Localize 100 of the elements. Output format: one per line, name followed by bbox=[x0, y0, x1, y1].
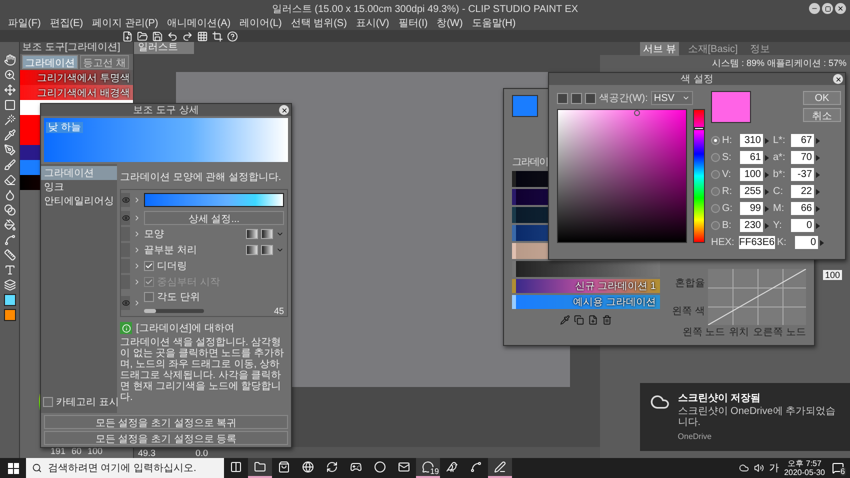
undo-icon[interactable] bbox=[167, 30, 178, 42]
redo-icon[interactable] bbox=[182, 30, 193, 42]
gradient-preset[interactable]: 그리기색에서 배경색 bbox=[20, 85, 133, 100]
toast-notification[interactable]: 스크린샷이 저장됨 스크린샷이 OneDrive에 추가되었습니다. OneDrive bbox=[640, 383, 850, 451]
mode-icon[interactable] bbox=[571, 92, 582, 104]
gradient-preset[interactable]: 그리기색에서 투명색 bbox=[20, 70, 133, 85]
slider-track[interactable] bbox=[144, 309, 204, 313]
panel-tab[interactable]: 소재[Basic] bbox=[684, 42, 741, 56]
number-field[interactable]: 22 bbox=[791, 185, 814, 198]
menu-item[interactable]: 파일(F) bbox=[8, 17, 41, 30]
panel-tab[interactable]: 서브 뷰 bbox=[640, 42, 679, 56]
eye-toggle[interactable] bbox=[121, 193, 130, 207]
option-icon[interactable] bbox=[246, 245, 258, 255]
slider-thumb[interactable] bbox=[694, 127, 704, 130]
number-field[interactable]: 310 bbox=[740, 134, 763, 147]
menu-item[interactable]: 편집(E) bbox=[50, 17, 84, 30]
category-item[interactable]: 잉크 bbox=[41, 180, 117, 194]
eye-toggle[interactable] bbox=[121, 227, 130, 241]
number-field[interactable]: 0 bbox=[795, 236, 818, 249]
close-button[interactable] bbox=[833, 74, 843, 84]
eye-toggle[interactable] bbox=[121, 296, 130, 310]
menu-item[interactable]: 표시(V) bbox=[356, 17, 390, 30]
color-space-dropdown[interactable]: HSV bbox=[650, 91, 693, 105]
volume-icon[interactable] bbox=[754, 463, 764, 473]
gradient-preview[interactable] bbox=[512, 95, 538, 117]
eye-toggle[interactable] bbox=[121, 259, 130, 273]
radio-button[interactable] bbox=[711, 153, 720, 162]
input-method[interactable]: 가 bbox=[769, 461, 780, 475]
eye-toggle[interactable] bbox=[121, 211, 130, 225]
cloud-icon[interactable] bbox=[739, 463, 750, 473]
taskbar-app[interactable] bbox=[488, 458, 512, 478]
dialog-button[interactable]: OK bbox=[803, 91, 841, 105]
gradient-preset[interactable]: 신규 그라데이션 1 bbox=[512, 279, 660, 293]
text-icon[interactable] bbox=[4, 264, 16, 276]
eyedropper-icon[interactable] bbox=[560, 315, 570, 325]
wand-icon[interactable] bbox=[4, 114, 16, 126]
gradient-swatch[interactable] bbox=[512, 261, 660, 277]
droplet-icon[interactable] bbox=[4, 189, 16, 201]
checkbox[interactable] bbox=[144, 261, 154, 271]
number-field[interactable]: 100 bbox=[740, 168, 763, 181]
number-field[interactable]: 230 bbox=[740, 219, 763, 232]
hue-slider[interactable] bbox=[693, 109, 705, 243]
brush-icon[interactable] bbox=[4, 159, 16, 171]
menu-item[interactable]: 도움말(H) bbox=[472, 17, 516, 30]
eye-toggle[interactable] bbox=[121, 243, 130, 257]
checkbox[interactable] bbox=[144, 292, 154, 302]
number-field[interactable]: 0 bbox=[791, 219, 814, 232]
radio-button[interactable] bbox=[711, 221, 720, 230]
new-file-icon[interactable] bbox=[588, 315, 598, 325]
reset-button[interactable]: 모든 설정을 초기 설정으로 등록 bbox=[44, 431, 288, 445]
menu-item[interactable]: 레이어(L) bbox=[240, 17, 282, 30]
taskbar-app[interactable]: 19 bbox=[416, 458, 440, 478]
gradient-preset[interactable]: 예시용 그라데이션 bbox=[512, 295, 660, 309]
taskbar-app[interactable] bbox=[248, 458, 272, 478]
delete-icon[interactable] bbox=[602, 315, 612, 325]
expand-icon[interactable] bbox=[133, 299, 141, 307]
radio-button[interactable] bbox=[711, 187, 720, 196]
number-field[interactable]: 255 bbox=[740, 185, 763, 198]
gradient-editor[interactable] bbox=[144, 193, 284, 207]
detail-settings-button[interactable]: 상세 설정... bbox=[144, 211, 284, 225]
number-field[interactable]: 61 bbox=[740, 151, 763, 164]
menu-item[interactable]: 창(W) bbox=[436, 17, 463, 30]
panel-tab[interactable]: 정보 bbox=[746, 42, 773, 56]
slider-fill[interactable] bbox=[144, 309, 156, 313]
radio-button[interactable] bbox=[711, 204, 720, 213]
opacity-field[interactable]: 100 bbox=[822, 270, 842, 280]
number-field[interactable]: 99 bbox=[740, 202, 763, 215]
move-icon[interactable] bbox=[4, 84, 16, 96]
save-icon[interactable] bbox=[152, 30, 163, 42]
expand-icon[interactable] bbox=[133, 196, 141, 204]
hand-icon[interactable] bbox=[4, 54, 16, 66]
crop-icon[interactable] bbox=[212, 30, 223, 42]
saturation-value-picker[interactable] bbox=[557, 109, 687, 243]
selection-icon[interactable] bbox=[4, 99, 16, 111]
checkbox[interactable] bbox=[43, 397, 53, 407]
eyedropper-icon[interactable] bbox=[4, 129, 16, 141]
close-button[interactable] bbox=[279, 105, 289, 115]
number-field[interactable]: 67 bbox=[791, 134, 814, 147]
option-icon[interactable] bbox=[261, 245, 273, 255]
mode-icon[interactable] bbox=[557, 92, 568, 104]
layers-icon[interactable] bbox=[4, 279, 16, 291]
number-field[interactable]: 66 bbox=[791, 202, 814, 215]
zoom-icon[interactable] bbox=[4, 69, 16, 81]
picker-cursor[interactable] bbox=[634, 110, 640, 116]
copy-icon[interactable] bbox=[574, 315, 584, 325]
pen-icon[interactable] bbox=[4, 144, 16, 156]
option-icon[interactable] bbox=[246, 229, 258, 239]
option-icon[interactable] bbox=[261, 229, 273, 239]
radio-button[interactable] bbox=[711, 170, 720, 179]
number-field[interactable]: -37 bbox=[791, 168, 814, 181]
reset-button[interactable]: 모든 설정을 초기 설정으로 복귀 bbox=[44, 415, 288, 429]
sub-color-swatch[interactable] bbox=[4, 309, 16, 321]
search-field[interactable]: 검색하려면 여기에 입력하십시오. bbox=[26, 458, 224, 478]
menu-item[interactable]: 필터(I) bbox=[398, 17, 428, 30]
dialog-button[interactable]: 취소 bbox=[803, 108, 841, 122]
grid-icon[interactable] bbox=[197, 30, 208, 42]
paint-bucket-icon[interactable] bbox=[4, 219, 16, 231]
open-folder-icon[interactable] bbox=[137, 30, 148, 42]
menu-item[interactable]: 선택 범위(S) bbox=[290, 17, 347, 30]
ruler-icon[interactable] bbox=[4, 249, 16, 261]
